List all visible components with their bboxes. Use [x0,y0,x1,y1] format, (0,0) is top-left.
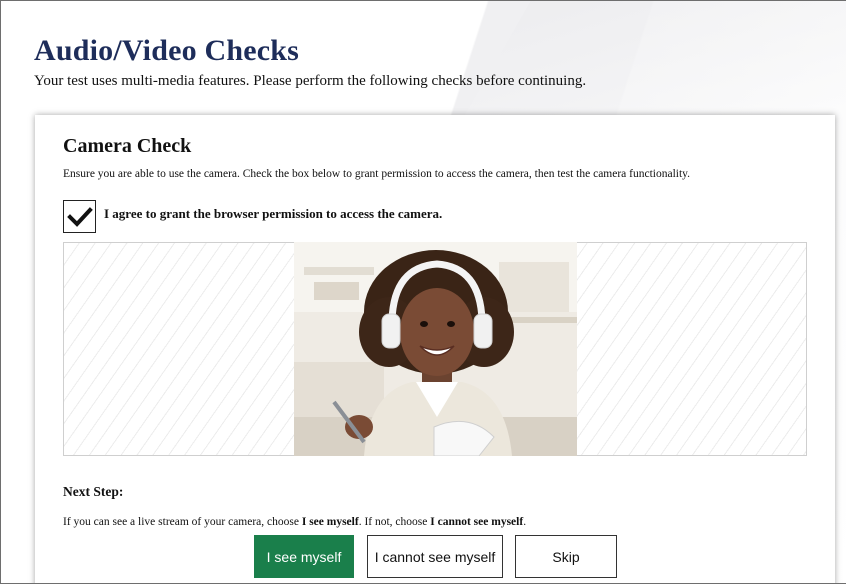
cannot-see-myself-button[interactable]: I cannot see myself [367,535,503,578]
see-myself-button[interactable]: I see myself [254,535,354,578]
next-step-title: Next Step: [63,484,124,499]
camera-check-title: Camera Check [63,135,192,157]
next-step-text-prefix: If you can see a live stream of your cam… [63,516,302,528]
page-subtitle: Your test uses multi-media features. Ple… [34,73,587,89]
next-step-text-middle: . If not, choose [358,516,431,528]
checkmark-icon [66,206,93,227]
next-step-option-no: I cannot see myself [430,516,524,528]
page-title: Audio/Video Checks [34,34,300,67]
camera-preview-area [63,242,807,456]
camera-feed-image [294,242,577,456]
next-step-option-yes: I see myself [301,516,359,528]
camera-check-description: Ensure you are able to use the camera. C… [63,168,691,180]
skip-button[interactable]: Skip [515,535,617,578]
camera-consent-checkbox[interactable] [63,200,96,233]
next-step-instructions: If you can see a live stream of your cam… [63,516,526,528]
next-step-text-suffix: . [523,516,527,528]
camera-video-stream [294,242,577,456]
app-frame: Audio/Video Checks Your test uses multi-… [0,0,846,584]
camera-consent-row: I agree to grant the browser permission … [63,200,442,233]
camera-check-card: Camera Check Ensure you are able to use … [35,115,835,583]
camera-consent-label: I agree to grant the browser permission … [104,205,443,221]
